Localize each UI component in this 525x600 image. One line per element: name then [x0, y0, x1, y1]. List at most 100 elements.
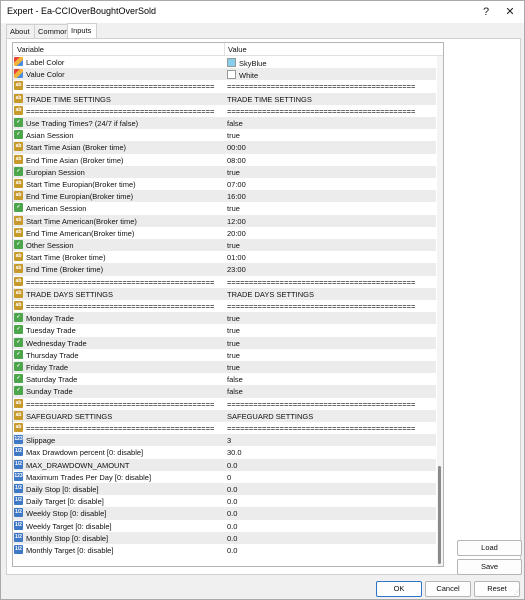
- variable-name: ========================================…: [26, 399, 215, 409]
- variable-value[interactable]: White: [227, 70, 258, 80]
- table-row[interactable]: ab ======================================…: [13, 80, 436, 92]
- table-row[interactable]: ✓ Europian Session true: [13, 165, 436, 178]
- table-row[interactable]: Label Color SkyBlue: [13, 56, 436, 68]
- table-row[interactable]: ab Start Time Asian (Broker time) 00:00: [13, 141, 436, 154]
- variable-value[interactable]: true: [227, 363, 240, 372]
- variable-value[interactable]: ========================================…: [227, 302, 415, 311]
- variable-value[interactable]: true: [227, 131, 240, 140]
- column-header-value[interactable]: Value: [228, 45, 247, 54]
- vertical-scrollbar[interactable]: [437, 56, 443, 566]
- variable-value[interactable]: TRADE DAYS SETTINGS: [227, 290, 314, 299]
- table-row[interactable]: 123 Slippage 3: [13, 434, 436, 447]
- variable-value[interactable]: 30.0: [227, 448, 242, 457]
- table-row[interactable]: 1/2 Weekly Stop [0: disable] 0.0: [13, 507, 436, 520]
- cancel-button[interactable]: Cancel: [425, 581, 471, 597]
- table-row[interactable]: ✓ Asian Session true: [13, 129, 436, 141]
- table-row[interactable]: 1/2 MAX_DRAWDOWN_AMOUNT 0.0: [13, 458, 436, 471]
- table-row[interactable]: ab ======================================…: [13, 300, 436, 312]
- variable-value[interactable]: SkyBlue: [227, 58, 267, 68]
- table-row[interactable]: ✓ Wednesday Trade true: [13, 336, 436, 349]
- table-row[interactable]: ✓ Monday Trade true: [13, 312, 436, 325]
- column-header-variable[interactable]: Variable: [17, 45, 44, 54]
- table-row[interactable]: 1/2 Monthly Target [0: disable] 0.0: [13, 544, 436, 556]
- variable-value[interactable]: 0.0: [227, 546, 237, 555]
- table-row[interactable]: 1/2 Monthly Stop [0: disable] 0.0: [13, 531, 436, 544]
- variable-name: Tuesday Trade: [26, 326, 76, 336]
- table-row[interactable]: ab SAFEGUARD SETTINGS SAFEGUARD SETTINGS: [13, 409, 436, 422]
- variable-value[interactable]: TRADE TIME SETTINGS: [227, 95, 312, 104]
- table-row[interactable]: ✓ Sunday Trade false: [13, 385, 436, 398]
- table-row[interactable]: 1/2 Daily Stop [0: disable] 0.0: [13, 483, 436, 496]
- help-button[interactable]: ?: [476, 3, 496, 21]
- table-row[interactable]: ab Start Time (Broker time) 01:00: [13, 251, 436, 263]
- variable-value[interactable]: 0.0: [227, 522, 237, 531]
- close-button[interactable]: ✕: [500, 3, 520, 21]
- tab-inputs[interactable]: Inputs: [67, 23, 97, 38]
- table-row[interactable]: ✓ Friday Trade true: [13, 361, 436, 374]
- variable-value[interactable]: true: [227, 314, 240, 323]
- table-row[interactable]: ✓ Saturday Trade false: [13, 373, 436, 385]
- table-row[interactable]: 1/2 Daily Target [0: disable] 0.0: [13, 495, 436, 507]
- table-row[interactable]: ✓ Other Session true: [13, 239, 436, 252]
- column-divider[interactable]: [224, 43, 225, 55]
- table-row[interactable]: ab ======================================…: [13, 422, 436, 434]
- variable-value[interactable]: ========================================…: [227, 400, 415, 409]
- table-row[interactable]: Value Color White: [13, 68, 436, 81]
- variable-value[interactable]: true: [227, 339, 240, 348]
- variable-value[interactable]: true: [227, 326, 240, 335]
- table-row[interactable]: ab ======================================…: [13, 105, 436, 117]
- scrollbar-thumb[interactable]: [438, 466, 441, 564]
- table-row[interactable]: ab End Time Europian(Broker time) 16:00: [13, 190, 436, 203]
- variable-value[interactable]: 0: [227, 473, 231, 482]
- variable-value[interactable]: 07:00: [227, 180, 246, 189]
- table-row[interactable]: ✓ American Session true: [13, 202, 436, 214]
- bool-type-icon: ✓: [14, 130, 23, 140]
- table-row[interactable]: ✓ Thursday Trade true: [13, 349, 436, 361]
- variable-value[interactable]: 00:00: [227, 143, 246, 152]
- variable-value[interactable]: 08:00: [227, 156, 246, 165]
- variable-value[interactable]: SAFEGUARD SETTINGS: [227, 412, 313, 421]
- variable-value[interactable]: true: [227, 241, 240, 250]
- table-row[interactable]: ab TRADE TIME SETTINGS TRADE TIME SETTINGS: [13, 92, 436, 105]
- table-row[interactable]: ab End Time American(Broker time) 20:00: [13, 227, 436, 239]
- variable-value[interactable]: false: [227, 375, 243, 384]
- variable-value[interactable]: 12:00: [227, 217, 246, 226]
- variable-name: Thursday Trade: [26, 350, 79, 360]
- variable-value[interactable]: 0.0: [227, 497, 237, 506]
- variable-value[interactable]: true: [227, 351, 240, 360]
- save-button[interactable]: Save: [457, 559, 522, 575]
- load-button[interactable]: Load: [457, 540, 522, 556]
- table-row[interactable]: ab ======================================…: [13, 276, 436, 288]
- table-row[interactable]: ab Start Time American(Broker time) 12:00: [13, 214, 436, 227]
- variable-value[interactable]: 3: [227, 436, 231, 445]
- variable-value[interactable]: 01:00: [227, 253, 246, 262]
- variable-value[interactable]: false: [227, 119, 243, 128]
- variable-value[interactable]: 0.0: [227, 461, 237, 470]
- table-row[interactable]: 123 Maximum Trades Per Day [0: disable] 0: [13, 471, 436, 483]
- variable-value[interactable]: true: [227, 204, 240, 213]
- table-row[interactable]: ✓ Use Trading Times? (24/7 if false) false: [13, 117, 436, 130]
- table-row[interactable]: ab ======================================…: [13, 398, 436, 410]
- table-row[interactable]: ab End Time (Broker time) 23:00: [13, 263, 436, 276]
- variable-value-text: 00:00: [227, 143, 246, 153]
- variable-value[interactable]: ========================================…: [227, 278, 415, 287]
- variable-value[interactable]: ========================================…: [227, 82, 415, 91]
- ok-button[interactable]: OK: [376, 581, 422, 597]
- variable-value[interactable]: 0.0: [227, 534, 237, 543]
- variable-value[interactable]: ========================================…: [227, 107, 415, 116]
- table-row[interactable]: 1/2 Weekly Target [0: disable] 0.0: [13, 520, 436, 532]
- table-row[interactable]: ab Start Time Europian(Broker time) 07:00: [13, 178, 436, 190]
- table-row[interactable]: 1/2 Max Drawdown percent [0: disable] 30.0: [13, 446, 436, 458]
- variable-value[interactable]: 20:00: [227, 229, 246, 238]
- table-row[interactable]: ab End Time Asian (Broker time) 08:00: [13, 154, 436, 166]
- variable-value[interactable]: 0.0: [227, 509, 237, 518]
- table-row[interactable]: ab TRADE DAYS SETTINGS TRADE DAYS SETTINGS: [13, 287, 436, 300]
- table-row[interactable]: ✓ Tuesday Trade true: [13, 324, 436, 336]
- variable-value[interactable]: 0.0: [227, 485, 237, 494]
- variable-value[interactable]: true: [227, 168, 240, 177]
- resize-grip-icon[interactable]: ⋰: [514, 589, 521, 596]
- variable-value[interactable]: 23:00: [227, 265, 246, 274]
- variable-value[interactable]: ========================================…: [227, 424, 415, 433]
- variable-value[interactable]: 16:00: [227, 192, 246, 201]
- variable-value[interactable]: false: [227, 387, 243, 396]
